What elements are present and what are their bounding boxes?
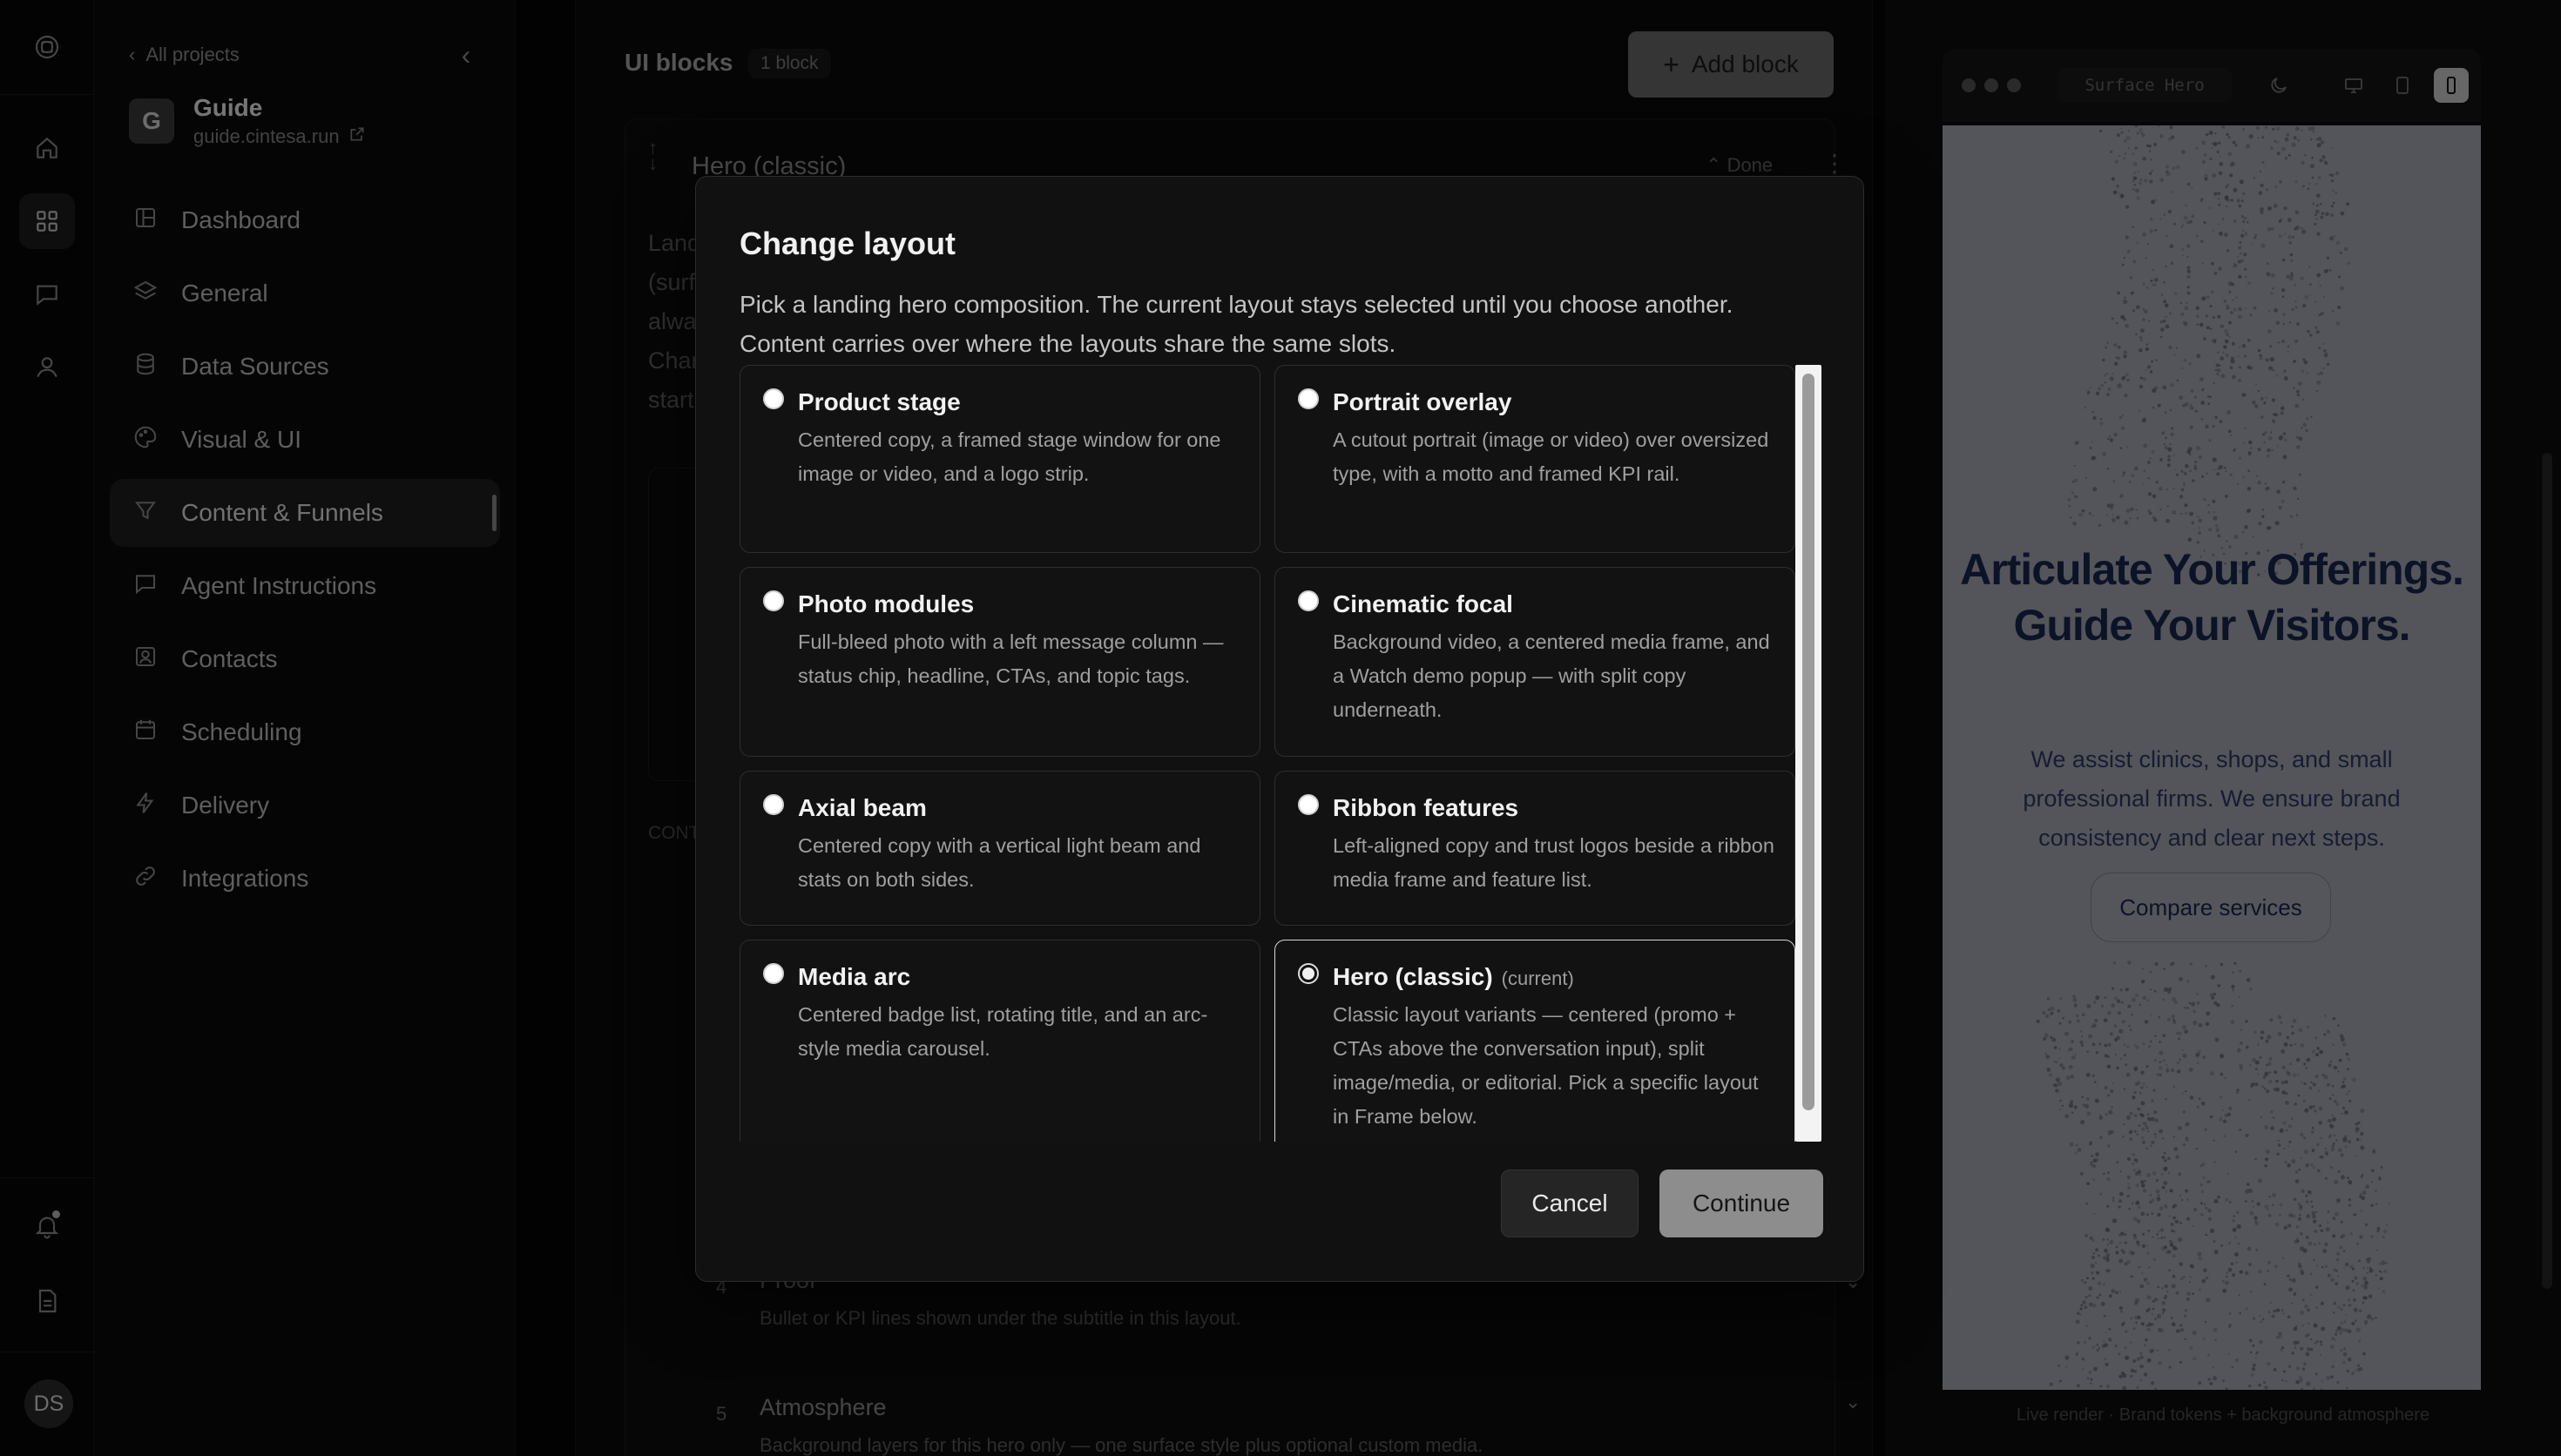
radio-button[interactable] — [1298, 794, 1319, 815]
layout-option-cinematic-focal[interactable]: Cinematic focal Background video, a cent… — [1274, 567, 1795, 757]
option-description: Classic layout variants — centered (prom… — [1333, 1003, 1759, 1128]
radio-button[interactable] — [763, 794, 784, 815]
option-description: Centered copy with a vertical light beam… — [798, 834, 1201, 891]
option-title: Product stage — [798, 388, 961, 415]
radio-button[interactable] — [763, 963, 784, 984]
option-title: Ribbon features — [1333, 794, 1519, 821]
option-description: Centered copy, a framed stage window for… — [798, 428, 1221, 485]
option-title: Cinematic focal — [1333, 590, 1513, 617]
layout-option-portrait-overlay[interactable]: Portrait overlay A cutout portrait (imag… — [1274, 365, 1795, 553]
continue-button[interactable]: Continue — [1659, 1170, 1823, 1237]
option-title: Hero (classic) (current) — [1333, 963, 1574, 991]
layout-option-axial-beam[interactable]: Axial beam Centered copy with a vertical… — [740, 771, 1260, 926]
radio-button[interactable] — [1298, 388, 1319, 409]
cancel-button[interactable]: Cancel — [1501, 1170, 1639, 1237]
layout-option-photo-modules[interactable]: Photo modules Full-bleed photo with a le… — [740, 567, 1260, 757]
radio-button[interactable] — [763, 590, 784, 611]
dialog-description: Pick a landing hero composition. The cur… — [740, 291, 1733, 357]
option-description: Left-aligned copy and trust logos beside… — [1333, 834, 1774, 891]
option-title: Axial beam — [798, 794, 927, 821]
radio-button-selected[interactable] — [1298, 963, 1319, 984]
option-title: Media arc — [798, 963, 911, 990]
option-title-text: Hero (classic) — [1333, 963, 1493, 990]
options-scrollbar-thumb[interactable] — [1802, 374, 1814, 1110]
radio-button[interactable] — [1298, 590, 1319, 611]
change-layout-dialog: Change layout Pick a landing hero compos… — [695, 176, 1864, 1282]
layout-options: Product stage Centered copy, a framed st… — [740, 365, 1811, 1142]
layout-option-hero-classic[interactable]: Hero (classic) (current) Classic layout v… — [1274, 940, 1795, 1142]
option-description: Centered badge list, rotating title, and… — [798, 1003, 1208, 1060]
option-description: Background video, a centered media frame… — [1333, 630, 1770, 721]
option-description: Full-bleed photo with a left message col… — [798, 630, 1224, 687]
dialog-title: Change layout — [740, 226, 956, 261]
layout-option-ribbon-features[interactable]: Ribbon features Left-aligned copy and tr… — [1274, 771, 1795, 926]
layout-option-media-arc[interactable]: Media arc Centered badge list, rotating … — [740, 940, 1260, 1142]
layout-option-product-stage[interactable]: Product stage Centered copy, a framed st… — [740, 365, 1260, 553]
option-description: A cutout portrait (image or video) over … — [1333, 428, 1769, 485]
option-title: Portrait overlay — [1333, 388, 1512, 415]
radio-button[interactable] — [763, 388, 784, 409]
current-tag: (current) — [1501, 967, 1574, 989]
option-title: Photo modules — [798, 590, 975, 617]
